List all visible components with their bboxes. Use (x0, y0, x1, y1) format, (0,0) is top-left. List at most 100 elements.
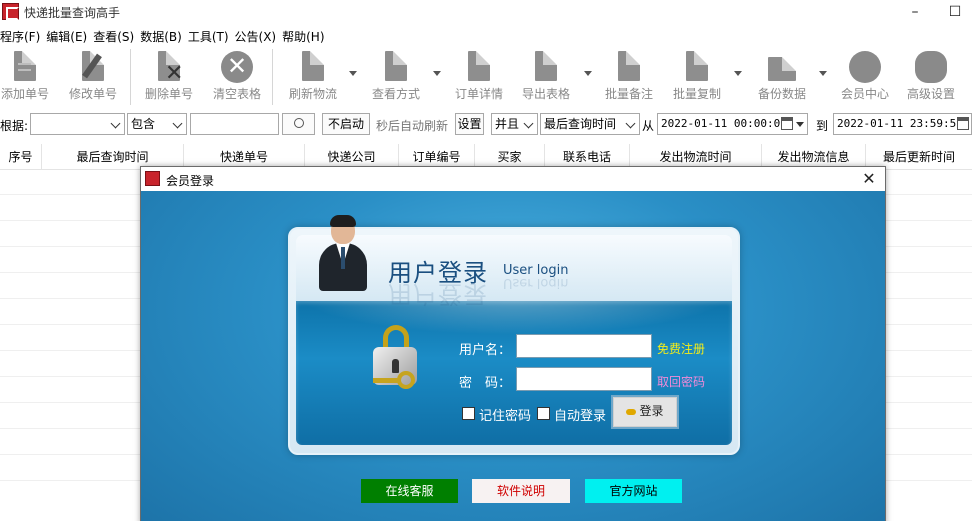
dialog-close-button[interactable]: ✕ (859, 169, 879, 189)
advanced-settings-button[interactable]: 高级设置 (900, 47, 962, 109)
time-field-select[interactable]: 最后查询时间 (540, 113, 640, 135)
grid-row-line (886, 298, 972, 299)
login-heading-reflection: 用户登录 (388, 280, 488, 308)
login-subheading-reflection: User login (503, 275, 569, 290)
delete-number-button[interactable]: ✕ 删除单号 (138, 47, 200, 109)
remember-password-label[interactable]: 记住密码 (479, 405, 531, 424)
add-number-button[interactable]: 添加单号 (0, 47, 50, 109)
refresh-logistics-button[interactable]: 刷新物流 (282, 47, 344, 109)
auto-login-label[interactable]: 自动登录 (554, 405, 606, 424)
chevron-down-icon[interactable] (819, 71, 827, 76)
delete-document-icon: ✕ (153, 51, 185, 86)
calendar-icon[interactable] (781, 117, 793, 130)
match-mode-select[interactable]: 包含 (127, 113, 187, 135)
window-title: 快递批量查询高手 (24, 6, 121, 20)
export-table-label: 导出表格 (521, 87, 570, 101)
filter-field-select[interactable] (30, 113, 125, 135)
app-logo-icon (2, 3, 19, 20)
software-help-button[interactable]: 软件说明 (472, 479, 570, 503)
chevron-down-icon[interactable] (796, 122, 804, 127)
search-button[interactable] (282, 113, 315, 135)
menu-tools[interactable]: 工具(T) (188, 26, 232, 46)
maximize-button[interactable]: ☐ (938, 0, 972, 26)
menu-view[interactable]: 查看(S) (93, 26, 137, 46)
grid-row-line (0, 376, 140, 377)
grid-row-line (0, 428, 140, 429)
online-service-button[interactable]: 在线客服 (361, 479, 458, 503)
export-icon (530, 51, 562, 85)
member-center-label: 会员中心 (840, 87, 889, 101)
order-detail-button[interactable]: 订单详情 (448, 47, 510, 109)
login-button[interactable]: 登录 (611, 395, 679, 429)
to-datetime-value: 2022-01-11 23:59:59 (837, 117, 963, 130)
username-label: 用户名： (459, 343, 512, 358)
column-header-index[interactable]: 序号 (0, 144, 42, 170)
menu-data[interactable]: 数据(B) (140, 26, 185, 46)
grid-row-line (0, 324, 140, 325)
password-input[interactable] (516, 367, 652, 391)
view-mode-button[interactable]: 查看方式 (364, 47, 428, 109)
chevron-down-icon[interactable] (433, 71, 441, 76)
chevron-down-icon[interactable] (349, 71, 357, 76)
keyword-input[interactable] (190, 113, 279, 135)
grid-row-line (0, 454, 140, 455)
backup-data-label: 备份数据 (757, 87, 806, 101)
app-window: 快递批量查询高手 – ☐ 程序(F) 编辑(E) 查看(S) 数据(B) 工具(… (0, 0, 972, 521)
menu-program[interactable]: 程序(F) (0, 26, 43, 46)
grid-row-line (886, 272, 972, 273)
title-bar: 快递批量查询高手 – ☐ (0, 0, 972, 26)
username-input[interactable] (516, 334, 652, 358)
auto-refresh-button[interactable]: 不启动 (322, 113, 370, 135)
key-icon (626, 408, 637, 415)
filter-by-label: 根据: (0, 119, 29, 133)
scroll-icon (613, 51, 645, 85)
chevron-down-icon[interactable] (734, 71, 742, 76)
logic-select[interactable]: 并且 (491, 113, 538, 135)
grid-row-line (886, 324, 972, 325)
export-table-button[interactable]: 导出表格 (514, 47, 578, 109)
auto-login-checkbox[interactable] (537, 407, 550, 420)
official-site-button[interactable]: 官方网站 (585, 479, 682, 503)
batch-copy-button[interactable]: 批量复制 (666, 47, 728, 109)
toolbar-separator (130, 49, 131, 105)
calendar-icon[interactable] (957, 117, 969, 130)
batch-note-button[interactable]: 批量备注 (598, 47, 660, 109)
chevron-down-icon[interactable] (584, 71, 592, 76)
settings-button[interactable]: 设置 (455, 113, 484, 135)
menu-notice[interactable]: 公告(X) (235, 26, 280, 46)
toolbar: 添加单号 修改单号 ✕ 删除单号 ✕ 清空表格 刷新物流 查看方式 订单详情 导… (0, 47, 972, 109)
grid-row-line (0, 272, 140, 273)
from-datetime-picker[interactable]: 2022-01-11 00:00:00 (657, 113, 808, 135)
batch-note-label: 批量备注 (604, 87, 653, 101)
to-datetime-picker[interactable]: 2022-01-11 23:59:59 (833, 113, 972, 135)
grid-row-line (886, 454, 972, 455)
briefcase-icon (766, 51, 798, 85)
member-center-button[interactable]: 会员中心 (834, 47, 896, 109)
document-icon (463, 51, 495, 85)
document-icon (9, 51, 41, 85)
grid-row-line (0, 246, 140, 247)
magnifier-icon (293, 118, 304, 128)
backup-data-button[interactable]: 备份数据 (750, 47, 814, 109)
edit-number-button[interactable]: 修改单号 (62, 47, 124, 109)
remember-password-checkbox[interactable] (462, 407, 475, 420)
grid-row-line (886, 480, 972, 481)
password-label: 密 码： (459, 376, 512, 391)
view-mode-label: 查看方式 (371, 87, 420, 101)
user-avatar-icon (319, 215, 367, 293)
recover-password-link[interactable]: 取回密码 (657, 373, 705, 390)
from-datetime-value: 2022-01-11 00:00:00 (661, 117, 787, 130)
menu-bar: 程序(F) 编辑(E) 查看(S) 数据(B) 工具(T) 公告(X) 帮助(H… (0, 26, 972, 46)
register-link[interactable]: 免费注册 (657, 340, 705, 357)
clear-table-button[interactable]: ✕ 清空表格 (206, 47, 268, 109)
minimize-button[interactable]: – (892, 0, 938, 26)
auto-refresh-text: 秒后自动刷新 (376, 119, 449, 133)
batch-copy-label: 批量复制 (672, 87, 721, 101)
menu-edit[interactable]: 编辑(E) (46, 26, 90, 46)
from-label: 从 (642, 119, 655, 133)
copy-icon (681, 51, 713, 85)
order-detail-label: 订单详情 (454, 87, 503, 101)
grid-row-line (886, 428, 972, 429)
dialog-title-bar: 会员登录 ✕ (141, 167, 885, 191)
menu-help[interactable]: 帮助(H) (282, 26, 327, 46)
